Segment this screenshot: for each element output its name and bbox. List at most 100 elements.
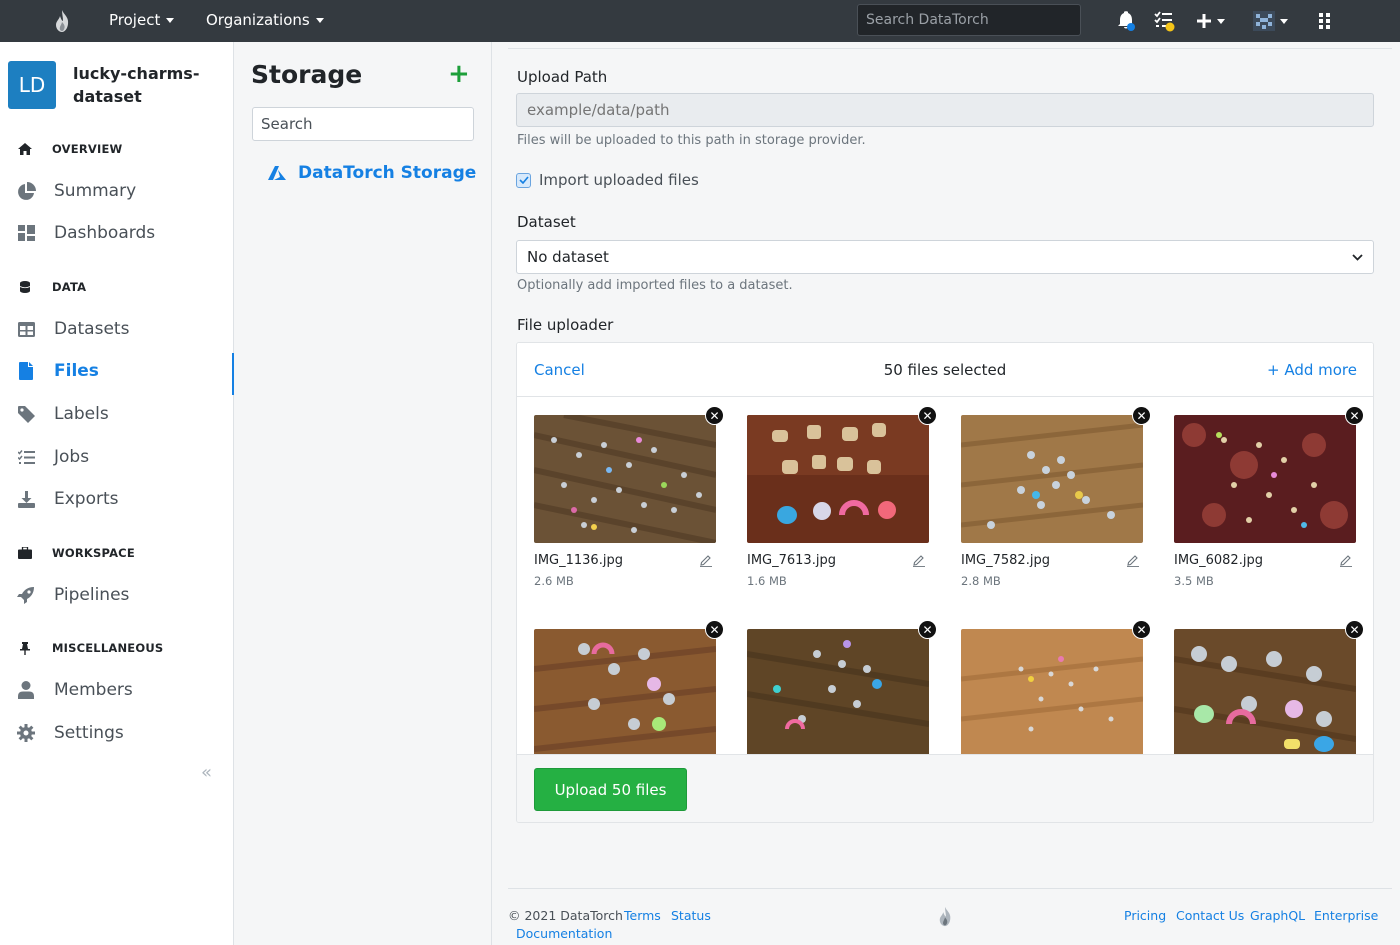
remove-file-button[interactable]: ✕: [1132, 406, 1151, 425]
apps-menu-button[interactable]: [1319, 10, 1331, 32]
plus-icon: +: [1266, 361, 1285, 379]
file-size: 2.8 MB: [961, 574, 1001, 588]
sidebar-item-summary[interactable]: Summary: [0, 173, 234, 209]
file-thumbnail: [1174, 415, 1356, 543]
dataset-help: Optionally add imported files to a datas…: [517, 278, 793, 293]
organizations-menu[interactable]: Organizations: [206, 11, 324, 29]
sidebar-item-label: Dashboards: [54, 223, 156, 243]
pie-chart-icon: [16, 181, 36, 201]
chevron-down-icon: [315, 17, 324, 23]
edit-pencil-icon[interactable]: [1127, 554, 1139, 567]
file-card: ✕: [533, 620, 724, 754]
bell-icon: [1118, 11, 1135, 31]
storage-search-input[interactable]: [252, 107, 474, 141]
upload-path-input[interactable]: [516, 93, 1374, 127]
sidebar-item-label: Files: [54, 361, 99, 381]
collapse-sidebar-icon[interactable]: «: [201, 762, 212, 783]
footer-link-documentation[interactable]: Documentation: [516, 926, 612, 941]
file-uploader: Cancel 50 files selected + Add more ✕ IM…: [516, 342, 1374, 823]
import-files-checkbox[interactable]: Import uploaded files: [516, 171, 699, 189]
project-sidebar: LD lucky-charms-dataset OVERVIEW Summary…: [0, 42, 235, 945]
divider: [508, 48, 1392, 49]
remove-file-button[interactable]: ✕: [705, 620, 724, 639]
file-card: ✕ IMG_7582.jpg 2.8 MB: [960, 406, 1151, 588]
notifications-button[interactable]: [1116, 10, 1136, 32]
sidebar-item-pipelines[interactable]: Pipelines: [0, 577, 234, 613]
dataset-select[interactable]: No dataset: [516, 240, 1374, 274]
home-icon: [18, 143, 32, 155]
sidebar-item-label: Jobs: [54, 447, 90, 467]
sidebar-item-labels[interactable]: Labels: [0, 396, 234, 432]
edit-pencil-icon[interactable]: [700, 554, 712, 567]
add-more-label: Add more: [1284, 361, 1357, 379]
file-size: 3.5 MB: [1174, 574, 1214, 588]
azure-icon: [268, 166, 286, 180]
sidebar-item-files[interactable]: Files: [0, 353, 235, 395]
file-grid[interactable]: ✕ IMG_1136.jpg 2.6 MB ✕ IMG_7613.jpg 1.6…: [517, 398, 1373, 754]
datatorch-logo-icon[interactable]: [52, 9, 72, 33]
checkbox-checked-icon[interactable]: [516, 172, 531, 188]
pin-icon: [18, 641, 32, 655]
file-card: ✕: [1173, 620, 1364, 754]
user-avatar-menu[interactable]: [1253, 10, 1288, 32]
footer-link-status[interactable]: Status: [671, 908, 711, 923]
uploader-header: Cancel 50 files selected + Add more: [517, 343, 1373, 397]
sidebar-item-dashboards[interactable]: Dashboards: [0, 215, 234, 251]
storage-panel: Storage + DataTorch Storage: [234, 42, 492, 945]
create-new-menu[interactable]: [1196, 10, 1225, 32]
datatorch-logo-icon: [939, 906, 951, 927]
file-thumbnail: [533, 629, 717, 754]
import-files-label: Import uploaded files: [539, 171, 699, 189]
file-card: ✕: [746, 620, 937, 754]
project-menu[interactable]: Project: [109, 11, 175, 29]
sidebar-item-jobs[interactable]: Jobs: [0, 439, 234, 475]
sidebar-item-settings[interactable]: Settings: [0, 715, 234, 751]
file-thumbnail: [747, 415, 929, 543]
dashboard-grid-icon: [16, 225, 36, 241]
upload-files-button[interactable]: Upload 50 files: [534, 768, 687, 811]
file-name: IMG_6082.jpg: [1174, 553, 1263, 568]
divider: [508, 888, 1392, 889]
section-miscellaneous-label: MISCELLANEOUS: [52, 641, 164, 655]
footer-link-enterprise[interactable]: Enterprise: [1314, 908, 1378, 923]
cancel-upload-button[interactable]: Cancel: [534, 361, 585, 379]
database-icon: [18, 281, 32, 293]
file-card: ✕ IMG_1136.jpg 2.6 MB: [533, 406, 724, 588]
sidebar-item-label: Members: [54, 680, 133, 700]
footer-link-contact[interactable]: Contact Us: [1176, 908, 1244, 923]
sidebar-item-label: Settings: [54, 723, 124, 743]
footer-link-graphql[interactable]: GraphQL: [1250, 908, 1305, 923]
edit-pencil-icon[interactable]: [913, 554, 925, 567]
sidebar-item-label: Pipelines: [54, 585, 130, 605]
edit-pencil-icon[interactable]: [1340, 554, 1352, 567]
tasks-list-icon: [1154, 11, 1175, 32]
rocket-icon: [16, 586, 36, 604]
footer-copyright: © 2021 DataTorch: [508, 908, 623, 923]
global-search-input[interactable]: [857, 4, 1081, 36]
remove-file-button[interactable]: ✕: [1345, 406, 1364, 425]
sidebar-item-label: Datasets: [54, 319, 130, 339]
remove-file-button[interactable]: ✕: [918, 620, 937, 639]
footer-link-pricing[interactable]: Pricing: [1124, 908, 1166, 923]
add-storage-button[interactable]: +: [448, 60, 470, 88]
project-name[interactable]: lucky-charms-dataset: [73, 62, 213, 108]
sidebar-item-members[interactable]: Members: [0, 672, 234, 708]
tasks-button[interactable]: [1154, 10, 1176, 32]
user-icon: [16, 681, 36, 699]
file-card: ✕ IMG_6082.jpg 3.5 MB: [1174, 406, 1364, 588]
project-menu-label: Project: [109, 11, 161, 29]
add-more-button[interactable]: + Add more: [1267, 361, 1357, 379]
remove-file-button[interactable]: ✕: [705, 406, 724, 425]
remove-file-button[interactable]: ✕: [1345, 620, 1364, 639]
file-size: 1.6 MB: [747, 574, 787, 588]
chevron-down-icon: [166, 17, 175, 23]
project-avatar[interactable]: LD: [8, 61, 56, 109]
files-selected-count: 50 files selected: [883, 361, 1007, 379]
remove-file-button[interactable]: ✕: [918, 406, 937, 425]
sidebar-item-exports[interactable]: Exports: [0, 481, 234, 517]
uploader-footer: Upload 50 files: [517, 754, 1373, 822]
remove-file-button[interactable]: ✕: [1132, 620, 1151, 639]
storage-provider-datatorch[interactable]: DataTorch Storage: [268, 163, 476, 183]
footer-link-terms[interactable]: Terms: [624, 908, 661, 923]
sidebar-item-datasets[interactable]: Datasets: [0, 311, 234, 347]
